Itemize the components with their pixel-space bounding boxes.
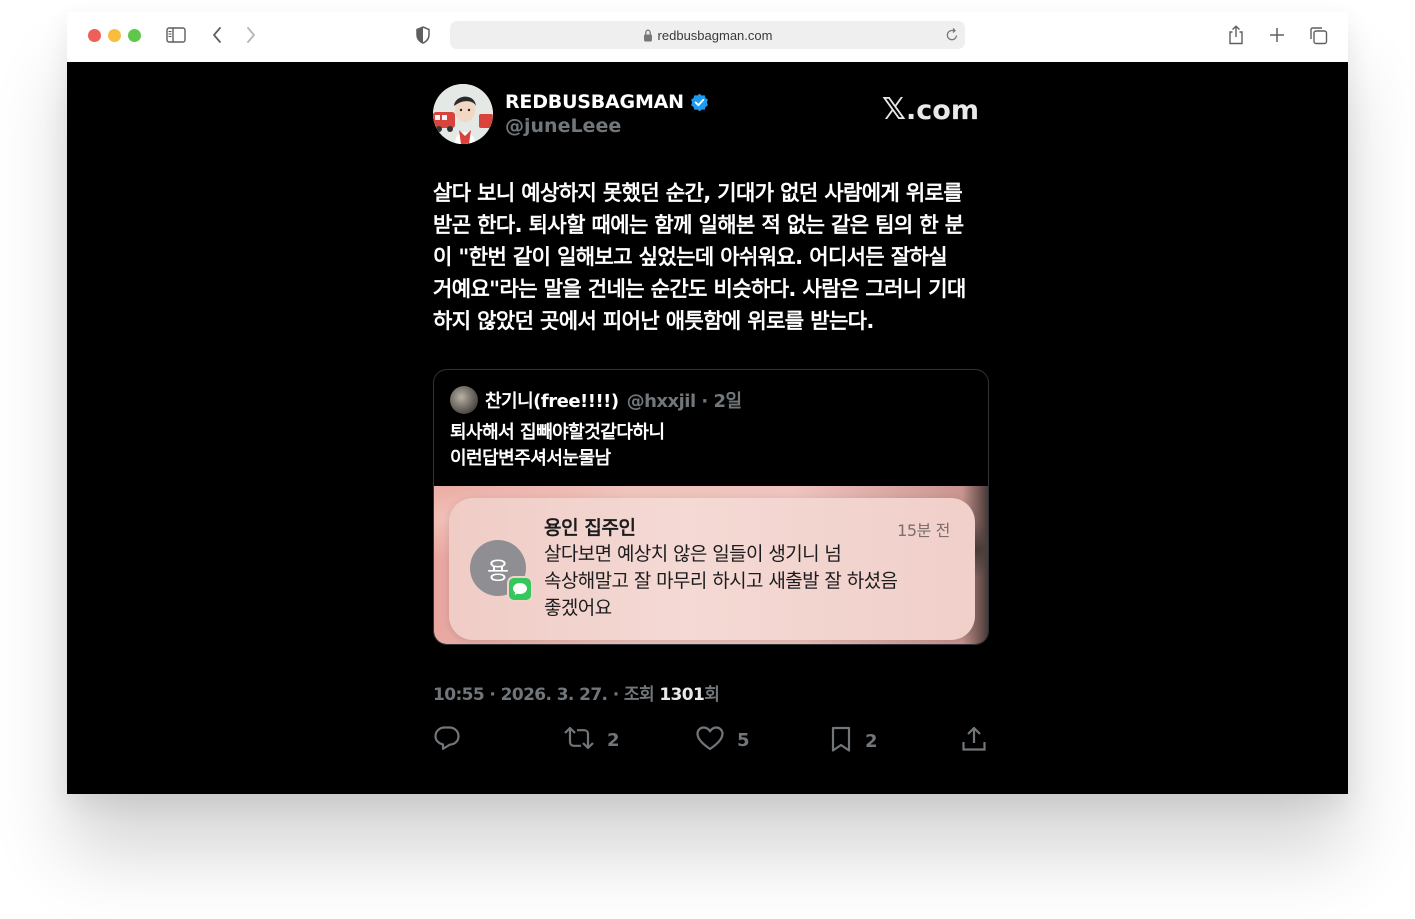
quoted-text-line: 퇴사해서 집빼야할것같다하니 (450, 422, 665, 443)
messages-app-icon (507, 576, 533, 602)
x-logo: 𝕏 .com (882, 92, 979, 127)
quoted-author-meta: @hxxjil · 2일 (626, 391, 743, 412)
notification-body-line: 좋겠어요 (544, 597, 612, 619)
retweet-count: 2 (607, 729, 620, 751)
tweet-text-line: 하지 않았던 곳에서 피어난 애틋함에 위로를 받는다. (433, 309, 874, 333)
quoted-tweet[interactable]: 찬기니(free!!!!) @hxxjil · 2일 퇴사해서 집빼야할것같다하… (433, 369, 989, 645)
quoted-author-avatar (450, 386, 478, 414)
shield-icon[interactable] (416, 26, 430, 44)
retweet-button[interactable]: 2 (563, 725, 620, 755)
tweet-text-line: 거예요"라는 말을 건네는 순간도 비슷하다. 사람은 그러니 기대 (433, 277, 966, 301)
quoted-tweet-text: 퇴사해서 집빼야할것같다하니 이런답변주셔서눈물남 (450, 420, 665, 472)
browser-toolbar: redbusbagman.com (67, 12, 1348, 62)
author-avatar[interactable] (433, 84, 493, 144)
tweet-text-line: 살다 보니 예상하지 못했던 순간, 기대가 없던 사람에게 위로를 (433, 181, 963, 205)
tweet-text-line: 이 "한번 같이 일해보고 싶었는데 아쉬워요. 어디서든 잘하실 (433, 245, 948, 269)
forward-icon[interactable] (246, 26, 256, 44)
view-count-suffix: 회 (704, 685, 720, 705)
new-tab-icon[interactable] (1269, 27, 1285, 43)
bookmark-count: 2 (865, 730, 878, 752)
bookmark-icon (829, 725, 853, 757)
timestamp-text: 10:55 · 2026. 3. 27. · 조회 (433, 685, 660, 705)
author-handle[interactable]: @juneLeee (505, 115, 621, 137)
reply-icon (433, 725, 461, 755)
reload-icon[interactable] (945, 27, 959, 45)
tabs-overview-icon[interactable] (1309, 26, 1328, 45)
x-mark-icon: 𝕏 (881, 92, 907, 127)
maximize-window-button[interactable] (128, 29, 141, 42)
retweet-icon (563, 725, 595, 755)
share-tweet-button[interactable] (960, 725, 988, 757)
address-bar[interactable]: redbusbagman.com (450, 21, 965, 49)
tweet-actions: 2 5 2 (433, 725, 989, 755)
minimize-window-button[interactable] (108, 29, 121, 42)
heart-icon (695, 725, 725, 755)
notification-body-line: 살다보면 예상치 않은 일들이 생기니 넘 (544, 543, 842, 565)
share-arrow-icon (960, 725, 988, 757)
quoted-text-line: 이런답변주셔서눈물남 (450, 448, 611, 469)
reply-button[interactable] (433, 725, 473, 755)
quoted-author-name: 찬기니(free!!!!) (485, 391, 619, 412)
tweet-text: 살다 보니 예상하지 못했던 순간, 기대가 없던 사람에게 위로를 받곤 한다… (433, 177, 993, 337)
lock-icon (643, 29, 653, 42)
like-count: 5 (737, 729, 750, 751)
bookmark-button[interactable]: 2 (829, 725, 878, 757)
author-display-name[interactable]: REDBUSBAGMAN (505, 91, 709, 113)
view-count: 1301 (659, 685, 705, 705)
sidebar-icon[interactable] (166, 27, 186, 43)
quoted-tweet-header: 찬기니(free!!!!) @hxxjil · 2일 (450, 386, 742, 414)
notification-time: 15분 전 (897, 521, 950, 540)
tweet-timestamp[interactable]: 10:55 · 2026. 3. 27. · 조회 1301회 (433, 680, 720, 705)
display-name-text: REDBUSBAGMAN (505, 91, 684, 113)
url-text: redbusbagman.com (657, 27, 773, 43)
close-window-button[interactable] (88, 29, 101, 42)
x-logo-suffix: .com (906, 95, 979, 126)
quoted-tweet-image[interactable]: 용 용인 집주인 15분 전 살다보면 예상치 않은 일들이 생기니 넘 속상해… (434, 486, 988, 644)
message-notification: 용 용인 집주인 15분 전 살다보면 예상치 않은 일들이 생기니 넘 속상해… (449, 498, 975, 640)
tweet-card: REDBUSBAGMAN @juneLeee 𝕏 .com 살다 보니 예상하지 … (433, 62, 989, 794)
share-icon[interactable] (1227, 25, 1245, 45)
notification-body: 살다보면 예상치 않은 일들이 생기니 넘 속상해말고 잘 마무리 하시고 새출… (544, 541, 898, 622)
verified-badge-icon (690, 93, 709, 112)
page-content: REDBUSBAGMAN @juneLeee 𝕏 .com 살다 보니 예상하지 … (67, 62, 1348, 794)
like-button[interactable]: 5 (695, 725, 750, 755)
tweet-text-line: 받곤 한다. 퇴사할 때에는 함께 일해본 적 없는 같은 팀의 한 분 (433, 213, 964, 237)
notification-title: 용인 집주인 (544, 517, 636, 539)
notification-body-line: 속상해말고 잘 마무리 하시고 새출발 잘 하셨음 (544, 570, 898, 592)
back-icon[interactable] (212, 26, 222, 44)
